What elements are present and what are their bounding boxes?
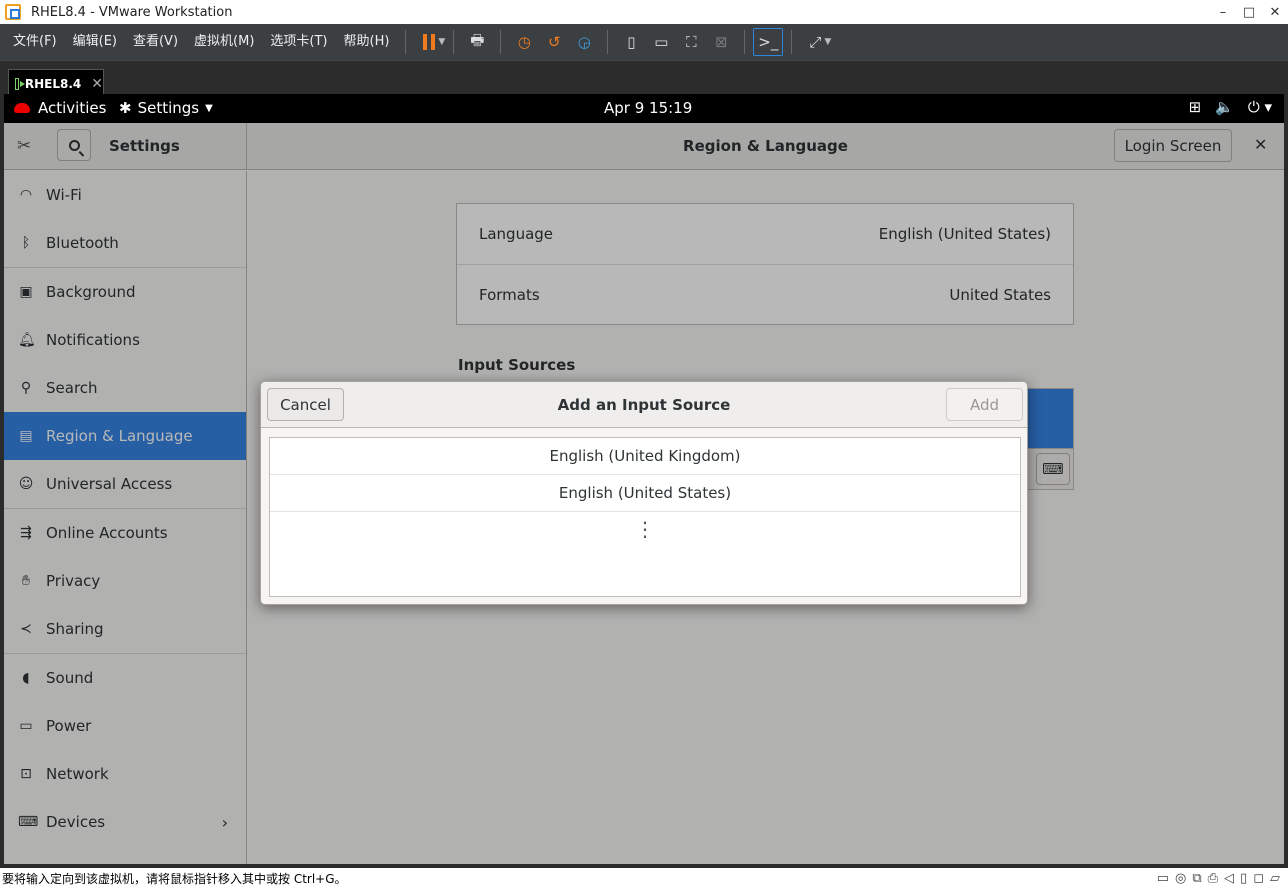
snapshot-icon[interactable]: ◷ [509,28,539,56]
stretch-dropdown-icon[interactable]: ▼ [824,37,831,47]
cd-rom-icon[interactable]: ◎ [1175,871,1186,886]
tools-icon: ✱ [119,99,132,117]
hard-disk-icon[interactable]: ▭ [1157,871,1169,886]
toolbar-separator [500,30,502,54]
add-input-source-dialog: Cancel Add an Input Source Add English (… [260,381,1028,605]
thumbnail-bar-icon[interactable]: ▭ [646,28,676,56]
toolbar-separator [453,30,455,54]
activities-label: Activities [38,99,107,117]
display-icon[interactable]: ◻ [1253,871,1264,886]
printer-icon[interactable]: ⎙ [1208,871,1218,886]
app-menu[interactable]: ✱ Settings ▼ [119,99,213,117]
console-view-icon[interactable]: >_ [753,28,784,56]
menu-tabs[interactable]: 选项卡(T) [262,24,335,60]
window-title: RHEL8.4 - VMware Workstation [31,4,233,20]
network-adapter-icon[interactable]: ⧉ [1192,871,1201,886]
show-library-icon[interactable]: ▯ [616,28,646,56]
chevron-down-icon: ▼ [205,102,213,114]
status-message: 要将输入定向到该虚拟机，请将鼠标指针移入其中或按 Ctrl+G。 [2,871,347,886]
menu-vm[interactable]: 虚拟机(M) [186,24,262,60]
input-source-options: English (United Kingdom) English (United… [269,437,1021,597]
menu-help[interactable]: 帮助(H) [336,24,398,60]
gnome-top-bar: Activities ✱ Settings ▼ Apr 9 15:19 ⊞ 🔈 … [4,94,1284,123]
close-window-button[interactable]: ✕ [1262,5,1288,20]
minimize-button[interactable]: – [1210,5,1236,20]
vm-running-icon [15,77,25,90]
toolbar-separator [744,30,746,54]
power-dropdown-icon[interactable]: ▼ [438,37,445,47]
redhat-logo-icon [14,103,30,113]
toolbar-separator [791,30,793,54]
tab-label: RHEL8.4 [24,76,82,91]
vmware-logo-icon [5,4,21,20]
add-button[interactable]: Add [946,388,1023,421]
dialog-title: Add an Input Source [557,396,731,414]
power-menu-icon: ⏻ ▾ [1247,98,1272,116]
snapshot-manager-icon[interactable]: ◶ [569,28,599,56]
vmware-title-bar: RHEL8.4 - VMware Workstation – □ ✕ [0,0,1288,24]
menu-view[interactable]: 查看(V) [125,24,186,60]
revert-snapshot-icon[interactable]: ↺ [539,28,569,56]
activities-button[interactable]: Activities [14,99,106,117]
network-wired-icon: ⊞ [1188,98,1202,116]
vm-tab-strip: RHEL8.4 ✕ [0,60,1288,97]
sound-card-icon[interactable]: ◁ [1224,871,1234,886]
more-options-icon[interactable]: ⋮ [270,512,1020,546]
toolbar-separator [405,30,407,54]
list-item[interactable]: English (United States) [270,475,1020,512]
menu-edit[interactable]: 编辑(E) [65,24,125,60]
vmware-menu-bar: 文件(F) 编辑(E) 查看(V) 虚拟机(M) 选项卡(T) 帮助(H) ▼ … [0,24,1288,60]
system-tray[interactable]: ⊞ 🔈 ⏻ ▾ [1189,98,1272,116]
unity-icon: ⊠ [715,33,728,51]
tab-close-icon[interactable]: ✕ [91,76,103,92]
toolbar-separator [607,30,609,54]
message-log-icon[interactable]: ▱ [1270,871,1280,886]
app-menu-label: Settings [137,99,200,117]
menu-file[interactable]: 文件(F) [5,24,65,60]
full-screen-icon[interactable]: ⛶ [676,28,706,56]
clock[interactable]: Apr 9 15:19 [604,99,692,117]
tab-rhel[interactable]: RHEL8.4 ✕ [8,69,104,97]
dialog-header: Cancel Add an Input Source Add [261,382,1027,428]
usb-icon[interactable]: ▯ [1240,871,1247,886]
guest-screen[interactable]: Activities ✱ Settings ▼ Apr 9 15:19 ⊞ 🔈 … [4,94,1284,864]
volume-icon: 🔈 [1215,98,1234,116]
maximize-button[interactable]: □ [1236,5,1262,20]
list-item[interactable]: English (United Kingdom) [270,438,1020,475]
device-status-icons[interactable]: ▭ ◎ ⧉ ⎙ ◁ ▯ ◻ ▱ [1157,871,1288,886]
vmware-status-bar: 要将输入定向到该虚拟机，请将鼠标指针移入其中或按 Ctrl+G。 ▭ ◎ ⧉ ⎙… [0,868,1288,888]
send-ctrl-alt-del-icon[interactable]: 🖶 [462,28,492,56]
